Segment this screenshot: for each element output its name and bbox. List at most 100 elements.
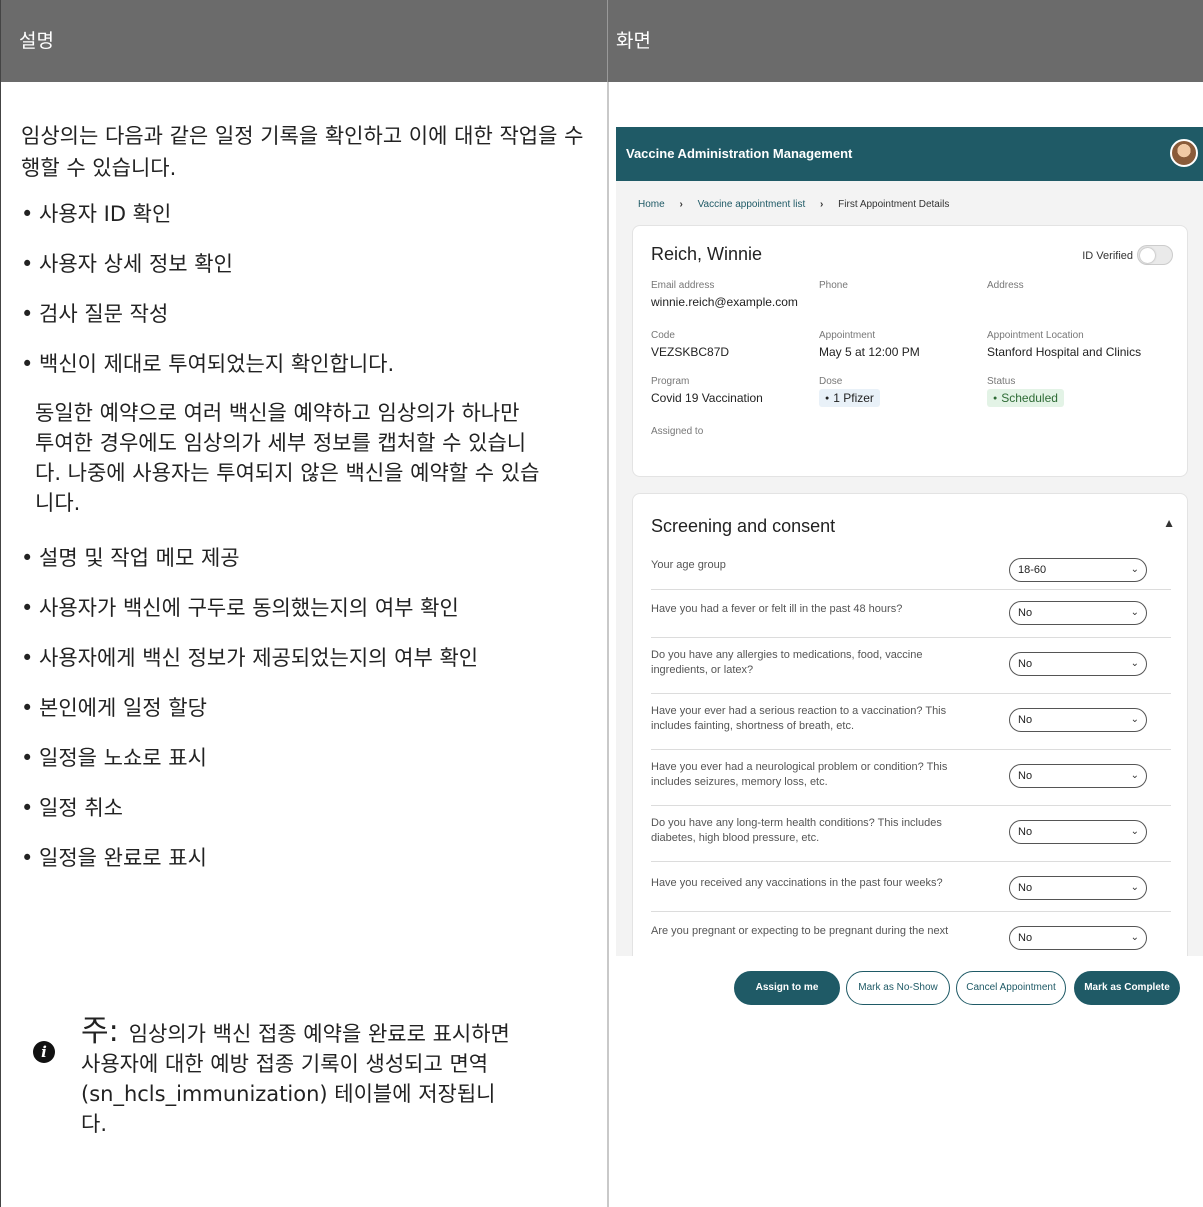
breadcrumb-appointment-list[interactable]: Vaccine appointment list [698, 199, 806, 210]
field-program: Program Covid 19 Vaccination [651, 376, 763, 405]
field-value: May 5 at 12:00 PM [819, 345, 920, 359]
header-description: 설명 [1, 0, 608, 82]
breadcrumb-home[interactable]: Home [638, 199, 665, 210]
question-row: Have you had a fever or felt ill in the … [651, 590, 1171, 638]
breadcrumb-current: First Appointment Details [838, 199, 950, 210]
question-row: Your age group 18-60 ⌄ [651, 552, 1171, 590]
chevron-down-icon: ⌄ [1130, 932, 1139, 943]
note-block: i 주: 임상의가 백신 접종 예약을 완료로 표시하면 사용자에 대한 예방 접… [33, 1017, 521, 1139]
field-label: Appointment Location [987, 330, 1084, 341]
answer-select[interactable]: No ⌄ [1009, 601, 1147, 625]
question-text: Do you have any long-term health conditi… [651, 817, 942, 844]
question-text: Have you ever had a neurological problem… [651, 761, 948, 788]
question-row: Do you have any allergies to medications… [651, 638, 1171, 694]
id-verified-toggle[interactable] [1137, 245, 1173, 265]
list-item: 일정을 완료로 표시 [21, 842, 596, 874]
question-row: Are you pregnant or expecting to be preg… [651, 912, 1171, 962]
chevron-right-icon: › [820, 199, 824, 210]
app-title: Vaccine Administration Management [626, 146, 853, 161]
field-label: Phone [819, 280, 848, 291]
answer-value: 18-60 [1018, 564, 1047, 576]
field-email: Email address winnie.reich@example.com [651, 280, 798, 309]
field-address: Address [987, 280, 1024, 295]
field-phone: Phone [819, 280, 848, 295]
answer-value: No [1018, 826, 1033, 838]
answer-value: No [1018, 932, 1033, 944]
field-location: Appointment Location Stanford Hospital a… [987, 330, 1141, 359]
question-text: Do you have any allergies to medications… [651, 649, 923, 676]
chevron-right-icon: › [679, 199, 683, 210]
screening-card: Screening and consent ▲ Your age group 1… [632, 493, 1188, 1017]
field-label: Status [987, 376, 1016, 387]
answer-value: No [1018, 658, 1033, 670]
table-header-row: 설명 화면 [1, 0, 1203, 82]
field-label: Address [987, 280, 1024, 291]
question-text: Have you had a fever or felt ill in the … [651, 603, 903, 615]
field-code: Code VEZSKBC87D [651, 330, 729, 359]
field-label: Program [651, 376, 690, 387]
chevron-down-icon: ⌄ [1130, 564, 1139, 575]
intro-text: 임상의는 다음과 같은 일정 기록을 확인하고 이에 대한 작업을 수행할 수 … [21, 124, 584, 180]
sub-paragraph: 동일한 예약으로 여러 백신을 예약하고 임상의가 하나만 투여한 경우에도 임… [35, 401, 540, 515]
avatar[interactable] [1170, 139, 1198, 167]
question-row: Have your ever had a serious reaction to… [651, 694, 1171, 750]
bullet-list-top: 사용자 ID 확인 사용자 상세 정보 확인 검사 질문 작성 백신이 제대로 … [21, 198, 596, 380]
field-assigned: Assigned to [651, 426, 703, 441]
column-divider [607, 82, 609, 1207]
list-item: 사용자가 백신에 구두로 동의했는지의 여부 확인 [21, 592, 596, 624]
question-text: Your age group [651, 559, 726, 571]
question-text: Are you pregnant or expecting to be preg… [651, 925, 949, 937]
answer-select[interactable]: No ⌄ [1009, 764, 1147, 788]
description-column: 임상의는 다음과 같은 일정 기록을 확인하고 이에 대한 작업을 수행할 수 … [21, 120, 596, 892]
field-dose: Dose 1 Pfizer [819, 376, 880, 407]
list-item: 일정 취소 [21, 792, 596, 824]
screening-title: Screening and consent [651, 516, 836, 536]
field-label: Dose [819, 376, 843, 387]
bullet-list-bottom: 설명 및 작업 메모 제공 사용자가 백신에 구두로 동의했는지의 여부 확인 … [21, 542, 596, 874]
app-screenshot: Vaccine Administration Management Home ›… [616, 127, 1203, 1017]
answer-value: No [1018, 882, 1033, 894]
field-status: Status Scheduled [987, 376, 1064, 407]
list-item: 백신이 제대로 투여되었는지 확인합니다. [21, 348, 596, 380]
answer-value: No [1018, 607, 1033, 619]
answer-select[interactable]: 18-60 ⌄ [1009, 558, 1147, 582]
assign-to-me-button[interactable]: Assign to me [734, 971, 840, 1005]
chevron-down-icon: ⌄ [1130, 770, 1139, 781]
field-label: Email address [651, 280, 715, 291]
document-table: 설명 화면 임상의는 다음과 같은 일정 기록을 확인하고 이에 대한 작업을 … [0, 0, 1203, 1207]
field-value: VEZSKBC87D [651, 345, 730, 359]
mark-no-show-button[interactable]: Mark as No-Show [846, 971, 950, 1005]
chevron-down-icon: ⌄ [1130, 714, 1139, 725]
chevron-up-icon[interactable]: ▲ [1163, 516, 1175, 530]
cancel-appointment-button[interactable]: Cancel Appointment [956, 971, 1066, 1005]
list-item: 일정을 노쇼로 표시 [21, 742, 596, 774]
list-item: 검사 질문 작성 [21, 298, 596, 330]
answer-select[interactable]: No ⌄ [1009, 926, 1147, 950]
list-item: 사용자 상세 정보 확인 [21, 248, 596, 280]
field-appointment: Appointment May 5 at 12:00 PM [819, 330, 920, 359]
chevron-down-icon: ⌄ [1130, 882, 1139, 893]
breadcrumb: Home › Vaccine appointment list › First … [638, 199, 961, 210]
id-verified-label: ID Verified [1082, 250, 1133, 262]
list-item: 사용자에게 백신 정보가 제공되었는지의 여부 확인 [21, 642, 596, 674]
dose-chip: 1 Pfizer [819, 389, 880, 407]
answer-select[interactable]: No ⌄ [1009, 820, 1147, 844]
answer-select[interactable]: No ⌄ [1009, 708, 1147, 732]
mark-complete-button[interactable]: Mark as Complete [1074, 971, 1180, 1005]
info-icon: i [33, 1041, 55, 1063]
field-value: Stanford Hospital and Clinics [987, 345, 1142, 359]
app-header: Vaccine Administration Management [616, 127, 1203, 181]
list-item: 본인에게 일정 할당 [21, 692, 596, 724]
field-value: winnie.reich@example.com [651, 295, 798, 309]
question-row: Have you received any vaccinations in th… [651, 862, 1171, 912]
chevron-down-icon: ⌄ [1130, 826, 1139, 837]
list-item: 설명 및 작업 메모 제공 [21, 542, 596, 574]
patient-name: Reich, Winnie [651, 244, 763, 264]
question-text: Have you received any vaccinations in th… [651, 877, 943, 889]
appointment-details-card: Reich, Winnie ID Verified Email address … [632, 225, 1188, 477]
answer-select[interactable]: No ⌄ [1009, 876, 1147, 900]
field-label: Assigned to [651, 426, 704, 437]
answer-select[interactable]: No ⌄ [1009, 652, 1147, 676]
list-item: 사용자 ID 확인 [21, 198, 596, 230]
answer-value: No [1018, 770, 1033, 782]
